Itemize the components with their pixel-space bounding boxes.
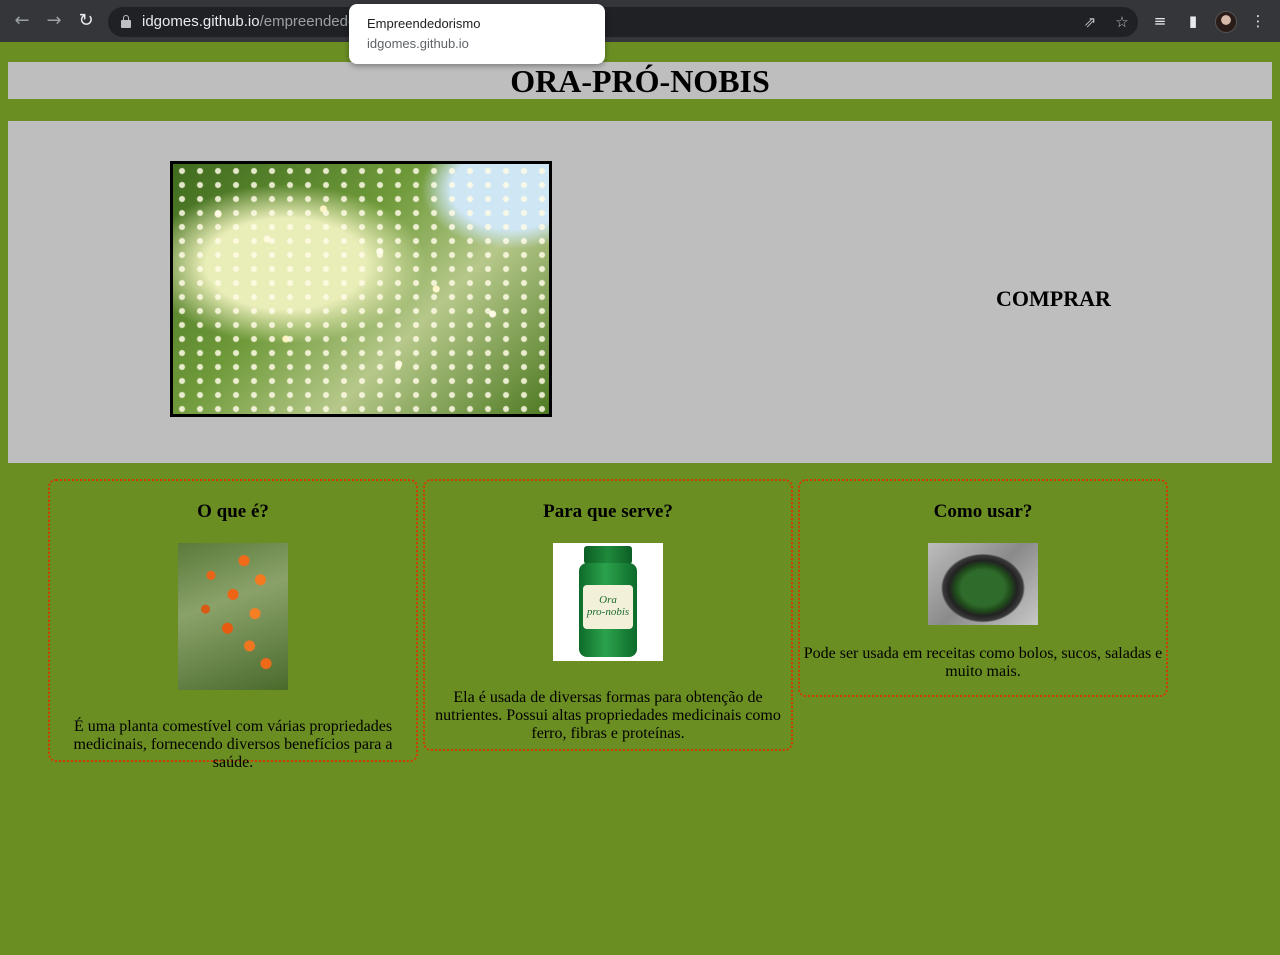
buy-link[interactable]: COMPRAR: [996, 286, 1111, 312]
card-what-for: Para que serve? Ora pro-nobis Ela é usada…: [423, 479, 793, 751]
share-icon[interactable]: ⇗: [1080, 12, 1100, 32]
card-how-to-use: Como usar? Pode ser usada em receitas co…: [798, 479, 1168, 697]
forward-icon[interactable]: →: [44, 11, 64, 31]
page-title: ORA-PRÓ-NOBIS: [510, 63, 770, 99]
reload-icon[interactable]: ↻: [76, 11, 96, 31]
cooking-pot-image: [928, 543, 1038, 625]
back-icon[interactable]: ←: [12, 11, 32, 31]
card-heading: Como usar?: [933, 501, 1033, 522]
card-text: É uma planta comestível com várias propr…: [73, 718, 393, 771]
supplement-bottle-image: Ora pro-nobis: [553, 543, 663, 661]
address-bar[interactable]: idgomes.github.io/empreendedor ⇗ ☆: [108, 7, 1138, 37]
card-text: Pode ser usada em receitas como bolos, s…: [803, 645, 1163, 680]
star-icon[interactable]: ☆: [1112, 12, 1132, 32]
tab-title: Empreendedorismo: [367, 16, 481, 31]
media-queue-icon[interactable]: ≡: [1150, 11, 1170, 31]
card-what-is: O que é? É uma planta comestível com vár…: [48, 479, 418, 771]
hero-section: COMPRAR: [8, 121, 1272, 463]
card-heading: Para que serve?: [543, 501, 673, 522]
card-text: Ela é usada de diversas formas para obte…: [435, 689, 781, 742]
tab-hover-card: Empreendedorismo idgomes.github.io: [349, 4, 605, 64]
flowering-plant-image: [170, 161, 552, 417]
card-heading: O que é?: [197, 501, 269, 522]
page-header: ORA-PRÓ-NOBIS: [8, 62, 1272, 99]
kebab-menu-icon[interactable]: ⋮: [1248, 11, 1268, 31]
fruits-image: [178, 543, 288, 690]
url-text[interactable]: idgomes.github.io/empreendedor: [142, 13, 361, 30]
browser-toolbar: ← → ↻ idgomes.github.io/empreendedor ⇗ ☆…: [0, 0, 1280, 42]
lock-icon[interactable]: [121, 15, 131, 28]
tab-url: idgomes.github.io: [367, 36, 469, 51]
avatar[interactable]: [1215, 11, 1237, 33]
side-panel-icon[interactable]: ▮: [1183, 11, 1203, 31]
